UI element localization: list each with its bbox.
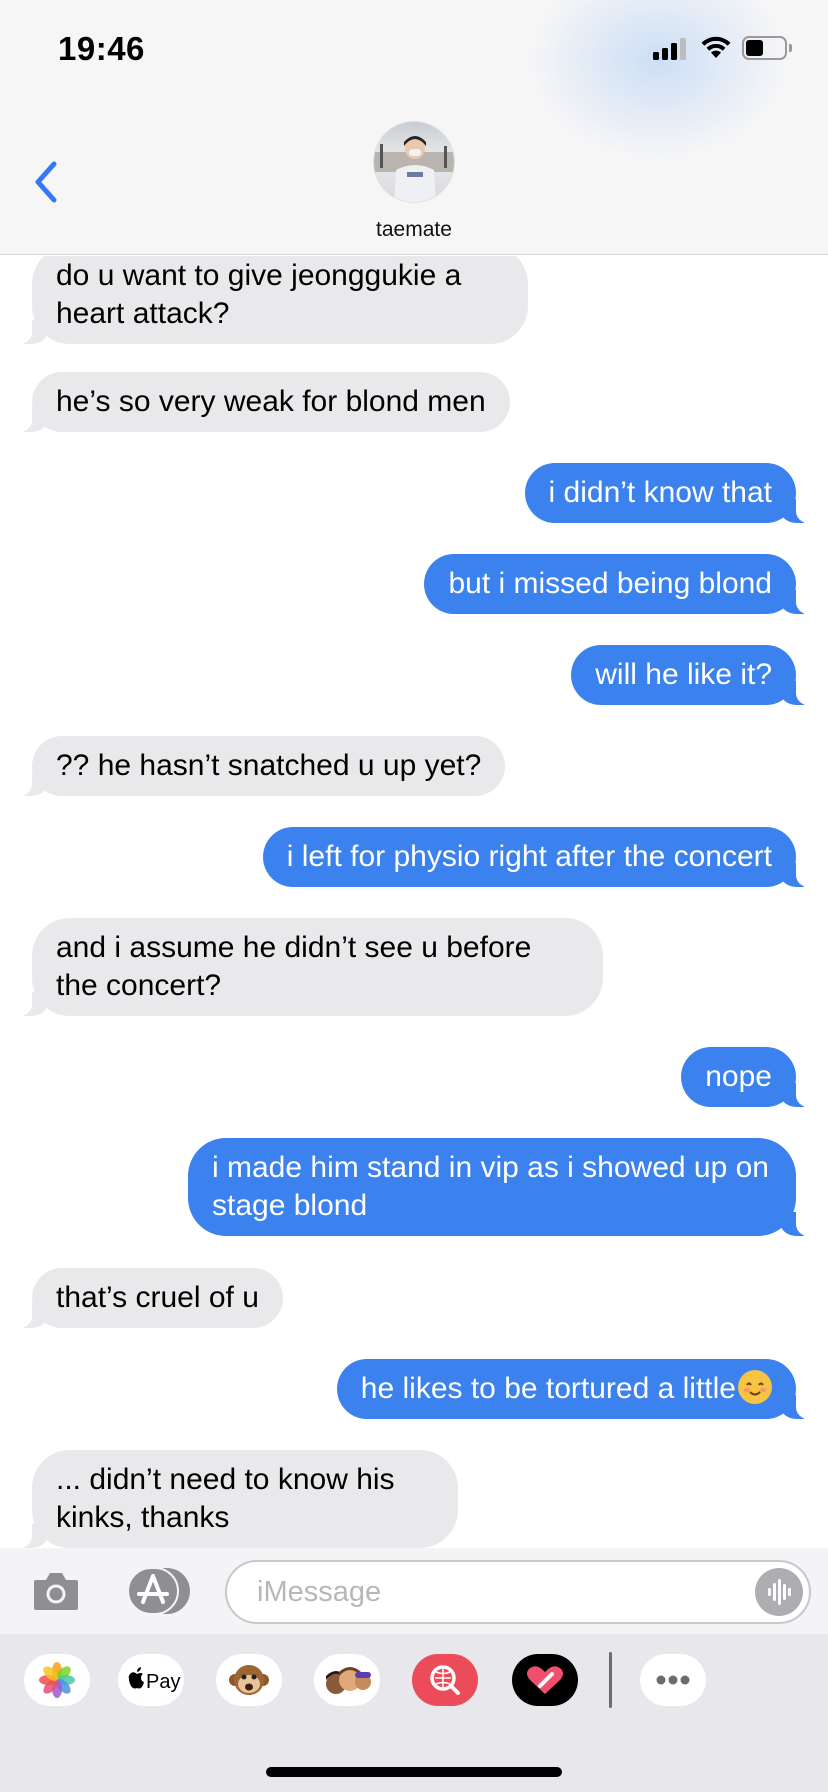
chevron-left-icon[interactable]: [30, 158, 64, 208]
digital-touch-icon[interactable]: [512, 1654, 578, 1706]
message-bubble-outgoing[interactable]: nope: [681, 1047, 822, 1107]
smiling-face-icon: [738, 1370, 772, 1404]
contact-avatar[interactable]: [373, 121, 455, 203]
apple-pay-label: Pay: [146, 1671, 180, 1693]
animoji-monkey-icon[interactable]: [216, 1654, 282, 1706]
memoji-icon[interactable]: [314, 1654, 380, 1706]
message-bubble-outgoing[interactable]: i left for physio right after the concer…: [262, 827, 823, 887]
message-bubble-incoming[interactable]: he’s so very weak for blond men: [6, 372, 510, 432]
message-bubble-outgoing[interactable]: will he like it?: [571, 645, 822, 705]
web-search-icon[interactable]: [412, 1654, 478, 1706]
message-bubble-outgoing[interactable]: but i missed being blond: [424, 554, 822, 614]
cellular-signal-icon: [653, 36, 689, 60]
message-bubble-incoming[interactable]: ... didn’t need to know his kinks, thank…: [6, 1450, 458, 1548]
status-time: 19:46: [58, 30, 145, 67]
message-text: he likes to be tortured a little: [360, 1372, 736, 1405]
message-bubble-outgoing[interactable]: he likes to be tortured a little: [336, 1359, 823, 1419]
avatar-photo-icon: [374, 136, 454, 202]
message-bubble-outgoing[interactable]: i made him stand in vip as i showed up o…: [188, 1138, 822, 1236]
message-list[interactable]: do u want to give jeonggukie a heart att…: [0, 256, 828, 1548]
apple-pay-icon[interactable]: Pay: [118, 1654, 184, 1706]
message-input[interactable]: iMessage: [225, 1560, 811, 1624]
camera-icon[interactable]: [32, 1570, 80, 1612]
message-bubble-incoming[interactable]: ?? he hasn’t snatched u up yet?: [5, 736, 506, 796]
audio-waveform-icon[interactable]: [755, 1568, 803, 1616]
message-composer: iMessage: [0, 1548, 828, 1634]
header-glow: [528, 0, 788, 160]
message-bubble-outgoing[interactable]: i didn’t know that: [524, 463, 823, 523]
app-store-icon[interactable]: [126, 1566, 190, 1616]
home-indicator[interactable]: [266, 1767, 562, 1777]
battery-icon: [742, 36, 792, 60]
drawer-divider: [609, 1652, 612, 1708]
input-placeholder: iMessage: [257, 1576, 382, 1608]
more-icon[interactable]: [640, 1654, 706, 1706]
message-bubble-incoming[interactable]: do u want to give jeonggukie a heart att…: [6, 256, 528, 344]
message-bubble-incoming[interactable]: that’s cruel of u: [6, 1268, 283, 1328]
contact-name[interactable]: taemate: [0, 218, 828, 242]
app-drawer: Pay: [0, 1634, 828, 1792]
wifi-icon: [701, 36, 731, 58]
conversation-header: 19:46 taemate: [0, 0, 828, 255]
message-bubble-incoming[interactable]: and i assume he didn’t see u before the …: [6, 918, 603, 1016]
photos-icon[interactable]: [24, 1654, 90, 1706]
battery-level: [746, 40, 763, 56]
